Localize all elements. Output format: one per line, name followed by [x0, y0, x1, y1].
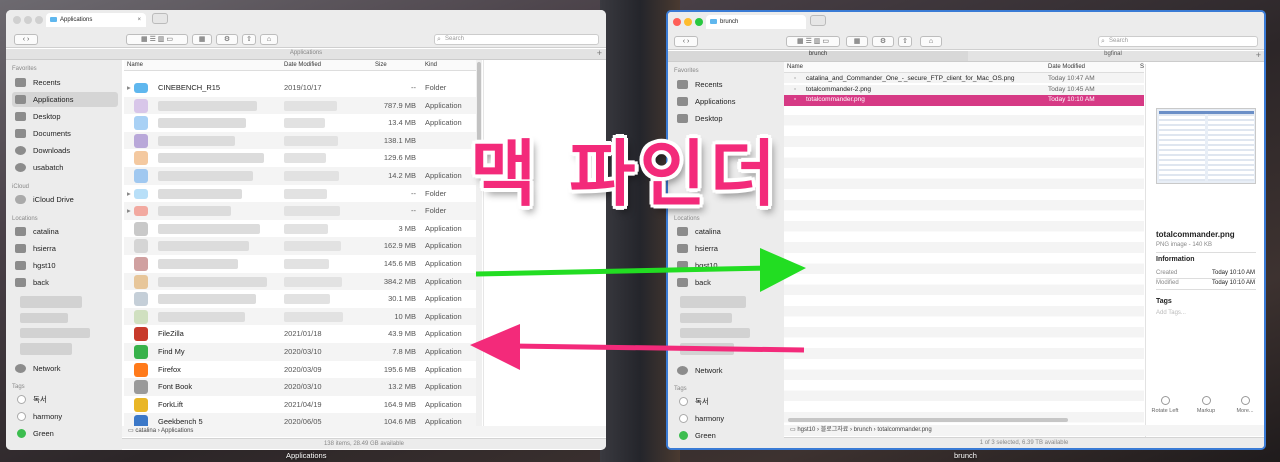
green-arrow-right [475, 248, 806, 292]
pink-arrow-left [470, 324, 805, 370]
annotation-arrows [470, 248, 806, 370]
overlay-title: 맥 파인더 [470, 132, 781, 216]
